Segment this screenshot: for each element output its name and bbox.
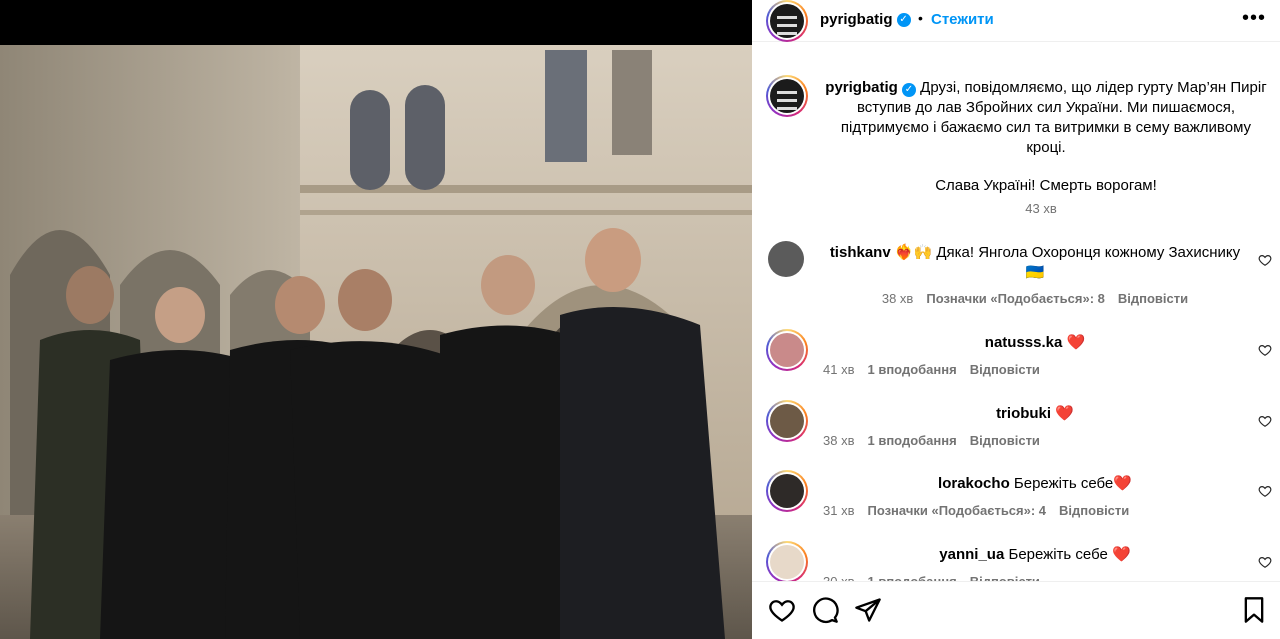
comment-meta: 31 хв Позначки «Подобається»: 4 Відповіс…: [820, 503, 1250, 518]
comment-text: tishkanv ❤️‍🔥🙌 Дяка! Янгола Охоронця кож…: [820, 243, 1250, 283]
commenter-avatar[interactable]: [768, 241, 804, 277]
comment-body: ❤️: [1066, 334, 1086, 351]
reply-button[interactable]: Відповісти: [970, 362, 1040, 377]
comment-likes[interactable]: Позначки «Подобається»: 4: [867, 503, 1046, 518]
caption-slogan: Слава Україні! Смерть ворогам!: [935, 177, 1157, 194]
comment-meta: 38 хв Позначки «Подобається»: 8 Відповіс…: [820, 291, 1250, 306]
comment-text: natusss.ka ❤️: [820, 333, 1250, 353]
commenter-avatar[interactable]: [766, 400, 808, 442]
comment-time[interactable]: 38 хв: [823, 433, 854, 448]
comment-like-heart-icon[interactable]: [1258, 414, 1272, 428]
author-username-row: pyrigbatig ✓: [820, 11, 911, 28]
comment-meta: 38 хв 1 вподобання Відповісти: [820, 433, 1250, 448]
comment-like-heart-icon[interactable]: [1258, 484, 1272, 498]
caption-username[interactable]: pyrigbatig: [825, 79, 898, 96]
comment-text: lorakocho Бережіть себе❤️: [820, 474, 1250, 494]
reply-button[interactable]: Відповісти: [970, 433, 1040, 448]
comment-text: yanni_ua Бережіть себе ❤️: [820, 545, 1250, 565]
band-photo-illustration: [0, 45, 752, 639]
comment-body: Бережіть себе❤️: [1013, 475, 1132, 492]
bookmark-icon[interactable]: [1240, 596, 1268, 624]
post-panel: pyrigbatig ✓ • Стежити ••• pyrigbatig ✓ …: [752, 0, 1280, 639]
caption-timestamp[interactable]: 43 хв: [822, 201, 1260, 216]
comment-username[interactable]: tishkanv: [830, 244, 891, 261]
comment-username[interactable]: yanni_ua: [939, 546, 1004, 563]
commenter-avatar[interactable]: [766, 470, 808, 512]
verified-badge-icon: ✓: [896, 12, 911, 27]
post-caption: pyrigbatig ✓ Друзі, повідомляємо, що лід…: [822, 78, 1270, 196]
comment-time[interactable]: 38 хв: [882, 291, 913, 306]
follow-button[interactable]: Стежити: [931, 11, 994, 28]
comment-text: triobuki ❤️: [820, 404, 1250, 424]
post-action-bar: [752, 581, 1280, 639]
verified-badge-icon: ✓: [901, 83, 916, 97]
reply-button[interactable]: Відповісти: [1118, 291, 1188, 306]
comment-like-heart-icon[interactable]: [1258, 343, 1272, 357]
comment-time[interactable]: 41 хв: [823, 362, 854, 377]
paper-plane-icon[interactable]: [854, 596, 882, 624]
comment-likes[interactable]: 1 вподобання: [867, 433, 956, 448]
header-separator: •: [918, 10, 923, 26]
comment-likes[interactable]: 1 вподобання: [867, 362, 956, 377]
comment-body: ❤️‍🔥🙌 Дяка! Янгола Охоронця кожному Захи…: [894, 244, 1241, 281]
comment-username[interactable]: triobuki: [996, 405, 1051, 422]
comment-like-heart-icon[interactable]: [1258, 253, 1272, 267]
commenter-avatar[interactable]: [766, 329, 808, 371]
comment-time[interactable]: 31 хв: [823, 503, 854, 518]
heart-icon[interactable]: [768, 596, 796, 624]
author-username[interactable]: pyrigbatig: [820, 11, 893, 28]
post-photo[interactable]: [0, 45, 752, 639]
author-avatar[interactable]: [766, 0, 808, 42]
reply-button[interactable]: Відповісти: [1059, 503, 1129, 518]
more-options-icon[interactable]: •••: [1242, 7, 1266, 30]
comment-icon[interactable]: [811, 596, 839, 624]
comment-body: ❤️: [1055, 405, 1074, 422]
comment-username[interactable]: lorakocho: [938, 475, 1010, 492]
comments-scroll-area[interactable]: pyrigbatig ✓ Друзі, повідомляємо, що лід…: [752, 55, 1280, 583]
post-media: [0, 0, 752, 639]
comment-meta: 41 хв 1 вподобання Відповісти: [820, 362, 1250, 377]
comment-username[interactable]: natusss.ka: [985, 334, 1063, 351]
commenter-avatar[interactable]: [766, 541, 808, 583]
comment-body: Бережіть себе ❤️: [1008, 546, 1131, 563]
post-header: pyrigbatig ✓ • Стежити •••: [752, 0, 1280, 42]
comment-likes[interactable]: Позначки «Подобається»: 8: [926, 291, 1105, 306]
caption-author-avatar[interactable]: [766, 75, 808, 117]
comment-like-heart-icon[interactable]: [1258, 555, 1272, 569]
